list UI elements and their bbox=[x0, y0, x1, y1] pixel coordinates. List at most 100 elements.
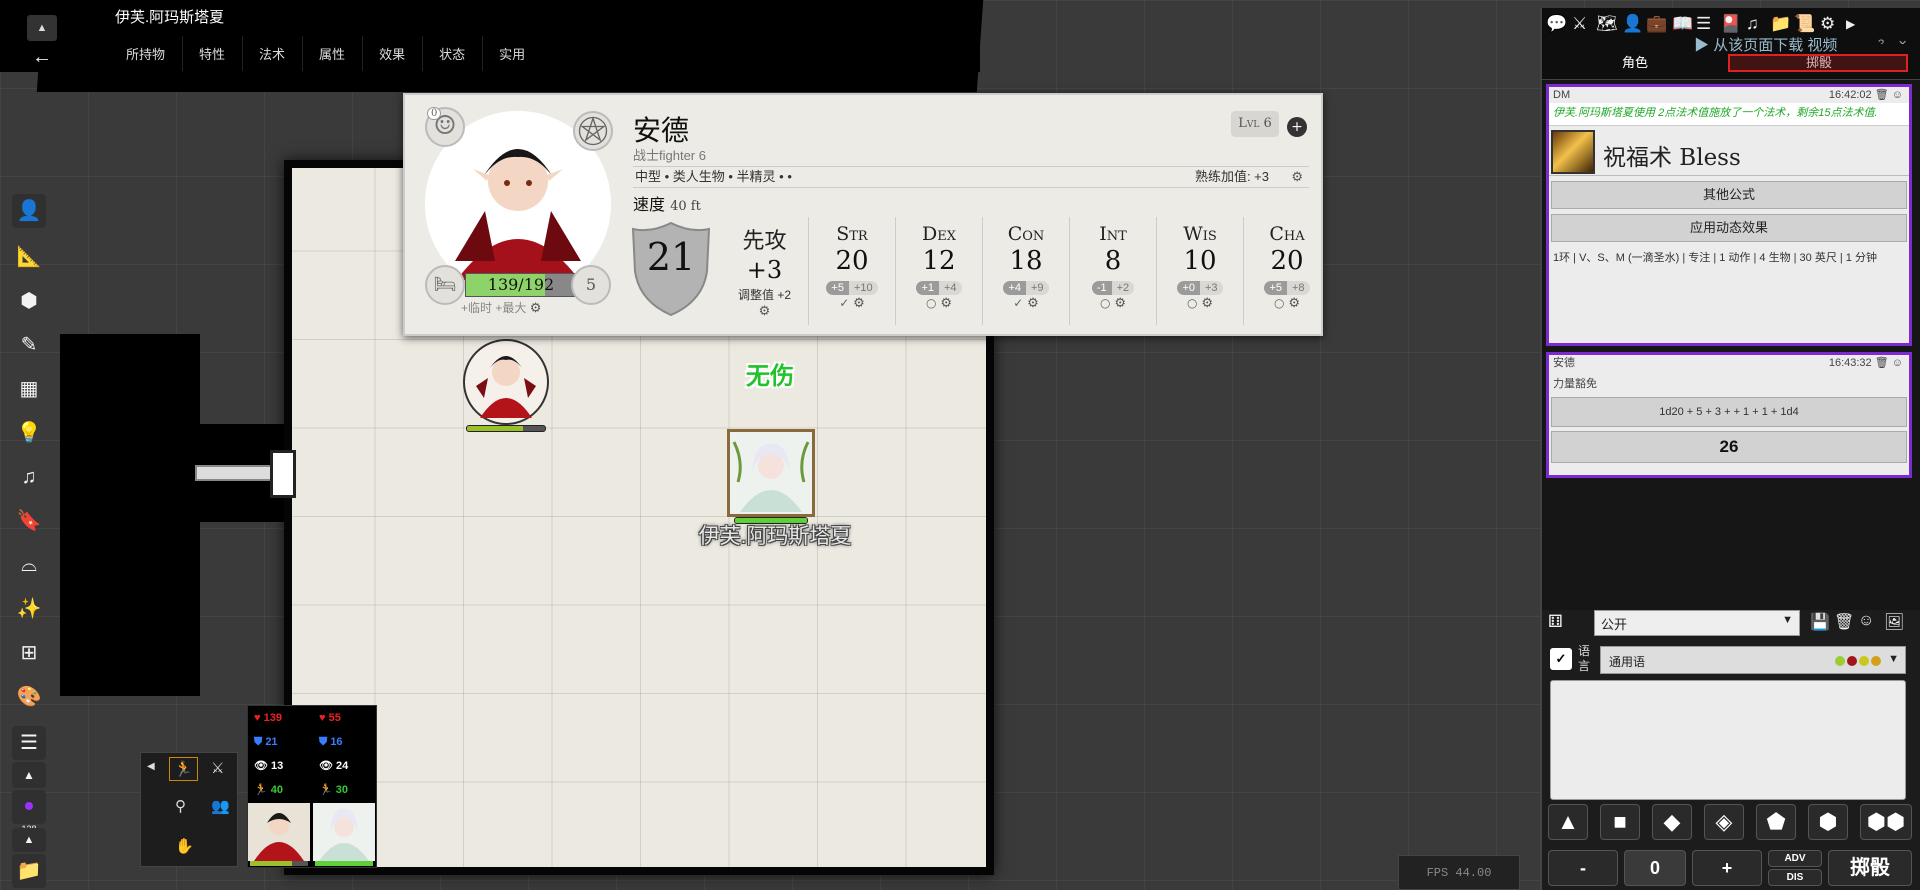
ability-con[interactable]: Con 18 +4 +9 ✓ ⚙ bbox=[982, 217, 1069, 325]
ability-int[interactable]: Int 8 -1 +2 ○ ⚙ bbox=[1069, 217, 1156, 325]
ability-wis[interactable]: Wis 10 +0 +3 ○ ⚙ bbox=[1156, 217, 1243, 325]
draw-tool-button[interactable]: ✎ bbox=[12, 328, 46, 362]
circle-icon[interactable]: ○ bbox=[1100, 296, 1110, 310]
initiative-column[interactable]: 先攻 +3 调整值 +2 ⚙ bbox=[721, 217, 808, 325]
spellcasting-button[interactable] bbox=[573, 111, 613, 151]
ability-save[interactable]: +10 bbox=[848, 281, 878, 295]
tab-features[interactable]: 特性 bbox=[182, 36, 242, 71]
collapse-tools-button[interactable]: ▲ bbox=[12, 762, 46, 788]
tab-attributes[interactable]: 属性 bbox=[302, 36, 362, 71]
modifier-minus-button[interactable]: - bbox=[1548, 850, 1618, 886]
other-formula-button[interactable]: 其他公式 bbox=[1551, 181, 1907, 209]
party-member-imas[interactable]: ♥ 55 ⛊ 16 👁 24 🏃 30 bbox=[313, 706, 377, 866]
tab-character[interactable]: 角色 bbox=[1622, 52, 1648, 71]
apply-effect-button[interactable]: 应用动态效果 bbox=[1551, 214, 1907, 242]
combat-icon[interactable]: ⚔ bbox=[1572, 14, 1587, 34]
lighting-tool-button[interactable]: 💡 bbox=[12, 416, 46, 450]
chat-message-input[interactable] bbox=[1550, 680, 1906, 800]
d6-button[interactable]: ■ bbox=[1600, 804, 1640, 840]
gear-icon[interactable]: ⚙ bbox=[1288, 296, 1300, 311]
collapse-up-button[interactable]: ▲ bbox=[27, 15, 57, 41]
hit-dice-counter[interactable]: 5 bbox=[571, 265, 611, 305]
cards-icon[interactable]: 🎴 bbox=[1720, 14, 1741, 34]
crossed-swords-icon[interactable]: ⚔ bbox=[211, 759, 224, 777]
ability-modifier[interactable]: +5 bbox=[826, 281, 849, 295]
ability-save[interactable]: +2 bbox=[1111, 281, 1135, 295]
tab-spells[interactable]: 法术 bbox=[242, 36, 302, 71]
macros-icon[interactable]: 📜 bbox=[1794, 14, 1815, 34]
tab-utility[interactable]: 实用 bbox=[482, 36, 542, 71]
advantage-button[interactable]: ADV bbox=[1768, 850, 1822, 867]
chat-icon[interactable]: 💬 bbox=[1546, 14, 1567, 34]
counter-widget[interactable]: 128 bbox=[12, 790, 46, 834]
modifier-plus-button[interactable]: + bbox=[1692, 850, 1762, 886]
ability-save[interactable]: +4 bbox=[939, 281, 962, 295]
disadvantage-button[interactable]: DIS bbox=[1768, 869, 1822, 886]
trash-icon[interactable]: 🗑 bbox=[1834, 612, 1854, 632]
ability-modifier[interactable]: +5 bbox=[1264, 281, 1287, 295]
ability-dex[interactable]: Dex 12 +1 +4 ○ ⚙ bbox=[895, 217, 982, 325]
collapse-sidebar-icon[interactable]: ▶ bbox=[1846, 17, 1855, 31]
ability-modifier[interactable]: +4 bbox=[1003, 281, 1026, 295]
roll-button[interactable]: 掷骰 bbox=[1828, 850, 1912, 886]
tab-status[interactable]: 状态 bbox=[422, 36, 482, 71]
actors-icon[interactable]: 👤 bbox=[1622, 14, 1643, 34]
token-ande[interactable] bbox=[462, 338, 550, 432]
check-icon[interactable]: ✓ bbox=[839, 296, 849, 310]
dice-toggle-icon[interactable]: ⚅ bbox=[1548, 612, 1563, 632]
face-icon[interactable]: ☺ bbox=[1892, 89, 1903, 101]
gear-icon[interactable]: ⚙ bbox=[940, 296, 952, 311]
compendium-icon[interactable]: 📁 bbox=[1770, 14, 1791, 34]
ability-modifier[interactable]: +1 bbox=[916, 281, 939, 295]
tiles-tool-button[interactable]: ▦ bbox=[12, 372, 46, 406]
roll-formula[interactable]: 1d20 + 5 + 3 + + 1 + 1 + 1d4 bbox=[1551, 397, 1907, 427]
rest-button[interactable]: 🛏 bbox=[425, 265, 465, 305]
magic-tool-button[interactable]: ✨ bbox=[12, 592, 46, 626]
map-door-hinge[interactable] bbox=[270, 450, 296, 498]
measure-tool-button[interactable]: 📐 bbox=[12, 240, 46, 274]
settings-icon[interactable]: ⚙ bbox=[1820, 14, 1835, 34]
language-select[interactable]: 通用语 ▼ bbox=[1600, 646, 1906, 674]
playlists-icon[interactable]: ♫ bbox=[1746, 14, 1759, 34]
hand-icon[interactable]: ✋ bbox=[175, 837, 194, 855]
trash-icon[interactable]: 🗑 bbox=[1875, 89, 1889, 101]
map-icon[interactable]: 🗺 bbox=[1596, 14, 1618, 34]
d100-button[interactable]: ⬢⬢ bbox=[1860, 804, 1912, 840]
templates-tool-button[interactable]: ⬢ bbox=[12, 284, 46, 318]
journal-icon[interactable]: 📖 bbox=[1672, 14, 1693, 34]
scroll-up-button[interactable]: ▲ bbox=[12, 828, 46, 852]
tab-inventory[interactable]: 所持物 bbox=[110, 36, 182, 71]
save-icon[interactable]: 💾 bbox=[1810, 612, 1830, 632]
walls-tool-button[interactable]: ⌓ bbox=[12, 548, 46, 582]
circle-icon[interactable]: ○ bbox=[1274, 296, 1284, 310]
ability-save[interactable]: +8 bbox=[1287, 281, 1310, 295]
language-checkbox[interactable]: ✓ bbox=[1550, 648, 1572, 670]
d8-button[interactable]: ◆ bbox=[1652, 804, 1692, 840]
ability-str[interactable]: Str 20 +5 +10 ✓ ⚙ bbox=[808, 217, 895, 325]
level-up-button[interactable]: + bbox=[1287, 117, 1307, 137]
emote-icon[interactable]: ☺ bbox=[1858, 612, 1874, 630]
run-icon[interactable]: 🏃 bbox=[169, 757, 198, 781]
gear-icon[interactable]: ⚙ bbox=[530, 300, 542, 316]
items-icon[interactable]: 💼 bbox=[1646, 14, 1667, 34]
circle-icon[interactable]: ○ bbox=[926, 296, 936, 310]
trash-icon[interactable]: 🗑 bbox=[1875, 357, 1889, 369]
ability-cha[interactable]: Cha 20 +5 +8 ○ ⚙ bbox=[1243, 217, 1330, 325]
people-icon[interactable]: 👥 bbox=[211, 797, 230, 815]
image-icon[interactable]: 🖼 bbox=[1884, 612, 1904, 632]
sounds-tool-button[interactable]: ♫ bbox=[12, 460, 46, 494]
party-member-ande[interactable]: ♥ 139 ⛊ 21 👁 13 🏃 40 bbox=[248, 706, 312, 866]
list-tool-button[interactable]: ☰ bbox=[12, 726, 46, 760]
gear-icon[interactable]: ⚙ bbox=[1027, 296, 1039, 311]
collapse-left-icon[interactable]: ◀ bbox=[147, 761, 155, 772]
grid-tool-button[interactable]: ⊞ bbox=[12, 636, 46, 670]
pin-icon[interactable]: ⚲ bbox=[175, 797, 186, 815]
folder-button[interactable]: 📁 bbox=[12, 854, 46, 888]
back-button[interactable]: ← bbox=[27, 45, 57, 71]
roll-result[interactable]: 26 bbox=[1551, 431, 1907, 463]
ability-modifier[interactable]: -1 bbox=[1091, 281, 1112, 295]
download-video-overlay[interactable]: ▶ 从该页面下载 视频 bbox=[1694, 34, 1837, 55]
token-imas[interactable] bbox=[727, 429, 815, 524]
tab-effects[interactable]: 效果 bbox=[362, 36, 422, 71]
gear-icon[interactable]: ⚙ bbox=[1201, 296, 1213, 311]
